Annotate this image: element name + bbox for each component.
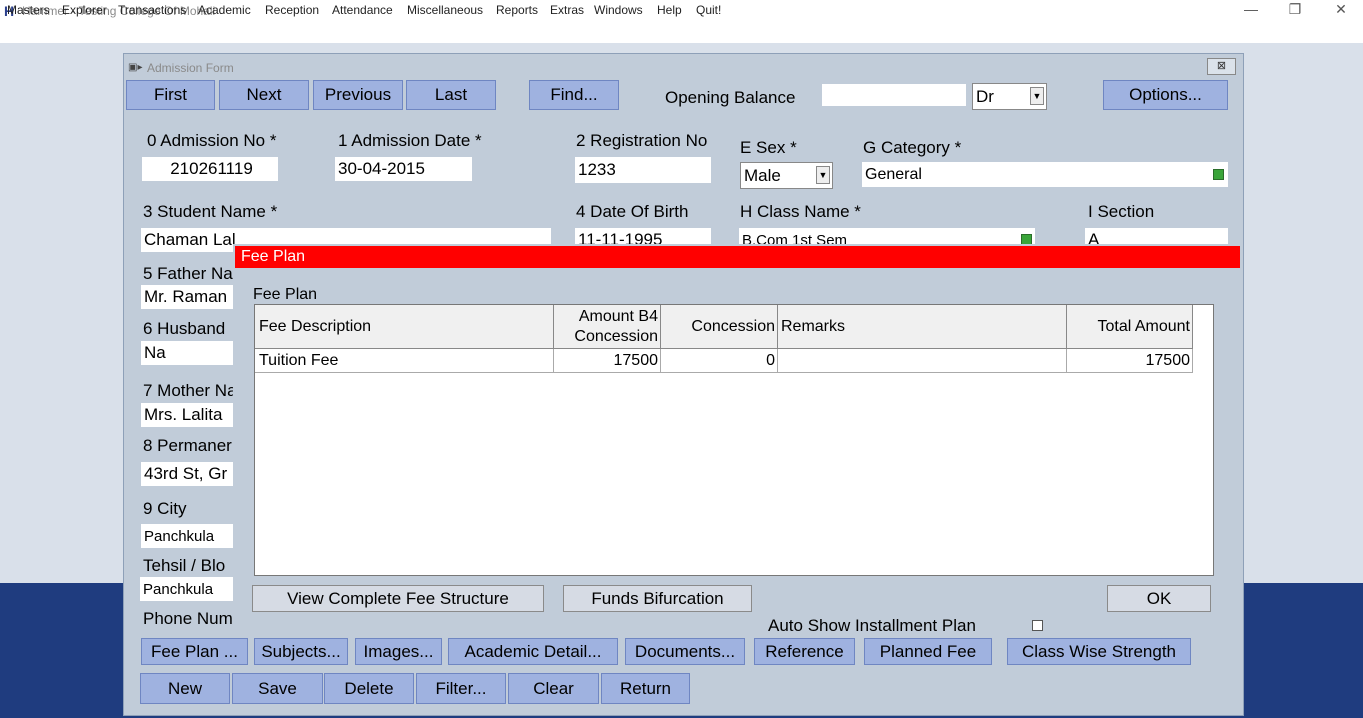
- menu-reports[interactable]: Reports: [496, 3, 538, 17]
- menu-reception[interactable]: Reception: [265, 3, 319, 17]
- tab-subjects[interactable]: Subjects...: [254, 638, 348, 665]
- tab-academic-detail[interactable]: Academic Detail...: [448, 638, 618, 665]
- funds-bifurcation-button[interactable]: Funds Bifurcation: [563, 585, 752, 612]
- admission-date-label: 1 Admission Date *: [338, 131, 482, 150]
- sex-select[interactable]: Male ▼: [740, 162, 833, 189]
- tehsil-label: Tehsil / Blo: [143, 556, 226, 575]
- chevron-down-icon[interactable]: ▼: [1030, 87, 1044, 105]
- category-value: General: [865, 165, 922, 183]
- ok-button[interactable]: OK: [1107, 585, 1211, 612]
- restore-icon[interactable]: ❐: [1280, 1, 1310, 18]
- tab-class-wise-strength[interactable]: Class Wise Strength: [1007, 638, 1191, 665]
- registration-no-input[interactable]: 1233: [575, 157, 711, 183]
- menu-bar: [0, 22, 1363, 43]
- first-button[interactable]: First: [126, 80, 215, 110]
- form-close-button[interactable]: ⊠: [1207, 58, 1236, 75]
- form-title: Admission Form: [147, 61, 234, 75]
- new-button[interactable]: New: [140, 673, 230, 704]
- clear-button[interactable]: Clear: [508, 673, 599, 704]
- tab-images[interactable]: Images...: [355, 638, 442, 665]
- find-button[interactable]: Find...: [529, 80, 619, 110]
- fee-plan-grid[interactable]: Fee Description Amount B4 Concession Con…: [254, 304, 1214, 576]
- filter-button[interactable]: Filter...: [416, 673, 506, 704]
- student-name-label: 3 Student Name *: [143, 202, 278, 221]
- column-header-concession[interactable]: Concession: [661, 305, 778, 349]
- fee-plan-section-label: Fee Plan: [253, 286, 318, 303]
- concession-cell[interactable]: 0: [661, 349, 778, 373]
- permanent-address-input[interactable]: 43rd St, Gr: [141, 462, 233, 486]
- drcr-value: Dr: [976, 86, 994, 106]
- father-name-label: 5 Father Na: [143, 264, 233, 283]
- amount-b4-cell[interactable]: 17500: [554, 349, 661, 373]
- city-input[interactable]: Panchkula: [141, 524, 233, 548]
- options-button[interactable]: Options...: [1103, 80, 1228, 110]
- last-button[interactable]: Last: [406, 80, 496, 110]
- father-name-input[interactable]: Mr. Raman: [141, 285, 233, 309]
- mother-name-label: 7 Mother Na: [143, 381, 237, 400]
- tehsil-input[interactable]: Panchkula: [140, 577, 233, 601]
- husband-label: 6 Husband: [143, 319, 226, 338]
- column-header-amount-b4-concession[interactable]: Amount B4 Concession: [554, 305, 661, 349]
- admission-date-input[interactable]: 30-04-2015: [335, 157, 472, 181]
- tab-reference[interactable]: Reference: [754, 638, 855, 665]
- registration-no-label: 2 Registration No: [576, 131, 708, 150]
- column-header-total-amount[interactable]: Total Amount: [1067, 305, 1193, 349]
- remarks-cell[interactable]: [778, 349, 1067, 373]
- mother-name-input[interactable]: Mrs. Lalita: [141, 403, 233, 427]
- menu-academic[interactable]: Academic: [198, 3, 251, 17]
- minimize-icon[interactable]: —: [1236, 1, 1266, 17]
- column-header-remarks[interactable]: Remarks: [778, 305, 1067, 349]
- permanent-address-label: 8 Permaner: [143, 436, 232, 455]
- menu-transactions[interactable]: Transactions: [118, 3, 186, 17]
- sex-value: Male: [744, 165, 781, 185]
- tab-planned-fee[interactable]: Planned Fee: [864, 638, 992, 665]
- menu-masters[interactable]: Masters: [7, 3, 50, 17]
- auto-show-installment-label: Auto Show Installment Plan: [768, 616, 976, 635]
- opening-balance-input[interactable]: [822, 84, 966, 106]
- auto-show-installment-checkbox[interactable]: [1032, 620, 1043, 631]
- delete-button[interactable]: Delete: [324, 673, 414, 704]
- chevron-down-icon[interactable]: ▼: [816, 166, 830, 184]
- previous-button[interactable]: Previous: [313, 80, 403, 110]
- city-label: 9 City: [143, 499, 187, 518]
- tab-fee-plan[interactable]: Fee Plan ...: [141, 638, 248, 665]
- category-label: G Category *: [863, 138, 962, 157]
- fee-description-cell[interactable]: Tuition Fee: [255, 349, 554, 373]
- opening-balance-label: Opening Balance: [665, 88, 796, 107]
- menu-extras[interactable]: Extras: [550, 3, 584, 17]
- husband-input[interactable]: Na: [141, 341, 233, 365]
- admission-no-input[interactable]: 210261119: [142, 157, 278, 181]
- tab-documents[interactable]: Documents...: [625, 638, 745, 665]
- category-input[interactable]: General: [862, 162, 1228, 187]
- sex-label: E Sex *: [740, 138, 797, 157]
- menu-attendance[interactable]: Attendance: [332, 3, 393, 17]
- menu-windows[interactable]: Windows: [594, 3, 643, 17]
- phone-label: Phone Num: [143, 609, 233, 628]
- next-button[interactable]: Next: [219, 80, 309, 110]
- menu-help[interactable]: Help: [657, 3, 682, 17]
- admission-no-label: 0 Admission No *: [147, 131, 277, 150]
- menu-miscellaneous[interactable]: Miscellaneous: [407, 3, 483, 17]
- form-window-icon: ▣▸: [128, 62, 143, 73]
- drcr-select[interactable]: Dr ▼: [972, 83, 1047, 110]
- menu-quit[interactable]: Quit!: [696, 3, 721, 17]
- lookup-icon[interactable]: [1213, 169, 1224, 180]
- view-complete-fee-structure-button[interactable]: View Complete Fee Structure: [252, 585, 544, 612]
- save-button[interactable]: Save: [232, 673, 323, 704]
- column-header-fee-description[interactable]: Fee Description: [255, 305, 554, 349]
- return-button[interactable]: Return: [601, 673, 690, 704]
- fee-plan-dialog-title: Fee Plan: [235, 246, 1240, 268]
- menu-explorer[interactable]: Explorer: [62, 3, 107, 17]
- section-label: I Section: [1088, 202, 1155, 221]
- date-of-birth-label: 4 Date Of Birth: [576, 202, 689, 221]
- total-amount-cell[interactable]: 17500: [1067, 349, 1193, 373]
- close-icon[interactable]: ✕: [1326, 1, 1356, 18]
- class-name-label: H Class Name *: [740, 202, 861, 221]
